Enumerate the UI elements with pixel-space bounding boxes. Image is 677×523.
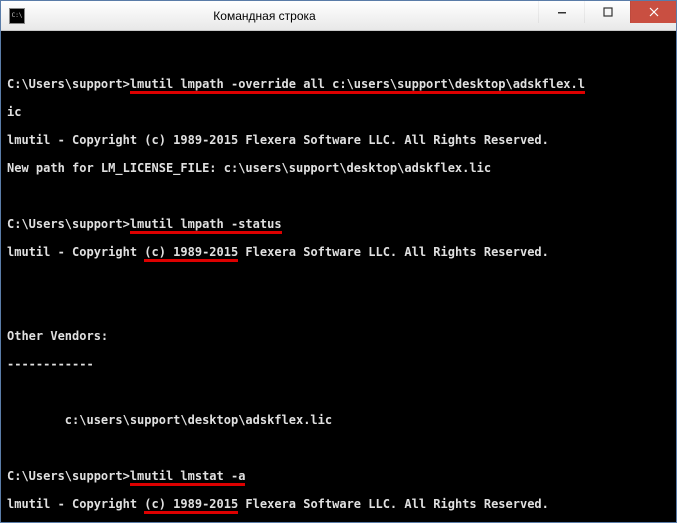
terminal-line: C:\Users\support>lmutil lmpath -status bbox=[7, 217, 670, 231]
maximize-button[interactable] bbox=[584, 1, 630, 23]
terminal-line bbox=[7, 189, 670, 203]
titlebar[interactable]: Командная строка bbox=[1, 1, 676, 31]
terminal-line: ------------ bbox=[7, 357, 670, 371]
terminal-line bbox=[7, 441, 670, 455]
terminal-line: C:\Users\support>lmutil lmstat -a bbox=[7, 469, 670, 483]
terminal-line: lmutil - Copyright (c) 1989-2015 Flexera… bbox=[7, 497, 670, 511]
window-controls bbox=[538, 1, 676, 30]
window-title: Командная строка bbox=[31, 9, 498, 23]
highlight-cmd3: lmutil lmstat -a bbox=[130, 469, 246, 486]
close-button[interactable] bbox=[630, 1, 676, 23]
terminal-line: lmutil - Copyright (c) 1989-2015 Flexera… bbox=[7, 245, 670, 259]
terminal-line bbox=[7, 273, 670, 287]
highlight-cmd1: lmutil lmpath -override all c:\users\sup… bbox=[130, 77, 585, 94]
terminal-line: Other Vendors: bbox=[7, 329, 670, 343]
command-prompt-window: Командная строка C:\Users\support>lmutil… bbox=[0, 0, 677, 523]
terminal-line: lmutil - Copyright (c) 1989-2015 Flexera… bbox=[7, 133, 670, 147]
terminal-line: c:\users\support\desktop\adskflex.lic bbox=[7, 413, 670, 427]
highlight-overlap: (c) 1989-2015 bbox=[144, 245, 238, 262]
terminal-line bbox=[7, 385, 670, 399]
terminal-line: C:\Users\support>lmutil lmpath -override… bbox=[7, 77, 670, 91]
highlight-cmd2: lmutil lmpath -status bbox=[130, 217, 282, 234]
minimize-button[interactable] bbox=[538, 1, 584, 23]
terminal-line: New path for LM_LICENSE_FILE: c:\users\s… bbox=[7, 161, 670, 175]
terminal-output[interactable]: C:\Users\support>lmutil lmpath -override… bbox=[1, 31, 676, 522]
highlight-overlap: (c) 1989-2015 bbox=[144, 497, 238, 514]
terminal-line: ic bbox=[7, 105, 670, 119]
terminal-line bbox=[7, 49, 670, 63]
terminal-line bbox=[7, 301, 670, 315]
cmd-icon bbox=[9, 8, 25, 24]
